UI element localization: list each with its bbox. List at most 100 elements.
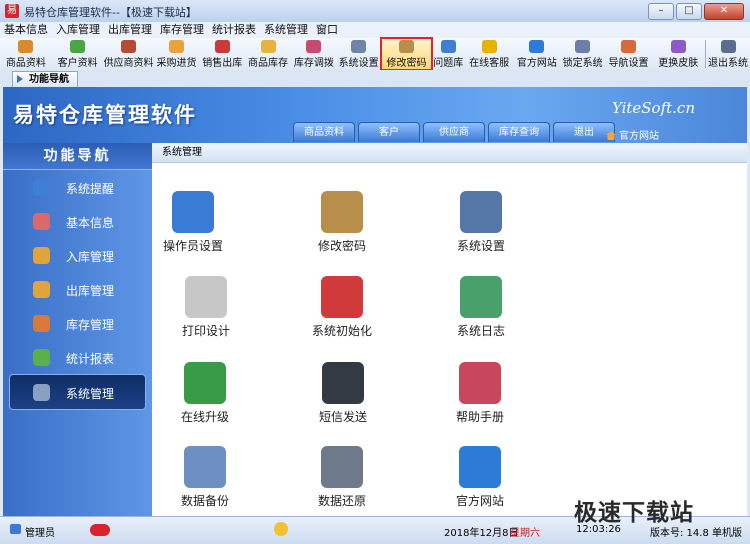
tile-system-log[interactable]: 系统日志 [421, 276, 541, 339]
toolbar-supplier-info-button[interactable]: 供应商资料 [104, 38, 154, 70]
app-logo-icon: 易 [5, 4, 19, 18]
outbound-box-icon [33, 281, 50, 298]
main-panel: 系统管理 操作员设置 修改密码 系统设置 打印设计 系统初始化 系统日志 在线升… [152, 143, 747, 516]
cube-icon [33, 213, 50, 230]
menu-reports[interactable]: 统计报表 [208, 22, 260, 38]
bar-chart-icon [33, 349, 50, 366]
sidebar-header: 功能导航 [3, 143, 152, 170]
sidebar-item-reports[interactable]: 统计报表 [3, 340, 152, 374]
status-date: 2018年12月8日 [444, 528, 519, 539]
toolbar-sales-out-button[interactable]: 销售出库 [199, 38, 245, 70]
menu-basic-info[interactable]: 基本信息 [0, 22, 52, 38]
toolbar: 商品资料 客户资料 供应商资料 采购进货 销售出库 商品库存 库存调拨 系统设置… [0, 37, 750, 71]
toolbar-exit-button[interactable]: 退出系统 [706, 38, 750, 70]
sidebar-item-outbound[interactable]: 出库管理 [3, 272, 152, 306]
home-icon [606, 131, 616, 140]
sidebar-item-system[interactable]: 系统管理 [9, 374, 146, 410]
status-user: 管理员 [25, 528, 55, 539]
box-icon [18, 40, 34, 53]
inbound-box-icon [33, 247, 50, 264]
tile-change-password[interactable]: 修改密码 [282, 191, 402, 254]
penguin-icon [481, 40, 497, 53]
toolbar-official-site-button[interactable]: 官方网站 [514, 38, 560, 70]
database-icon [321, 446, 363, 488]
toolbar-system-settings-button[interactable]: 系统设置 [337, 38, 381, 70]
tile-operator-settings[interactable]: 操作员设置 [133, 191, 253, 254]
window-title: 易特仓库管理软件--【极速下载站】 [24, 6, 197, 19]
title-bar: 易 易特仓库管理软件--【极速下载站】 – □ ✕ [0, 0, 750, 23]
document-tab-strip: 功能导航 [0, 70, 750, 87]
toolbar-online-support-button[interactable]: 在线客服 [464, 38, 514, 70]
toolbar-nav-settings-button[interactable]: 导航设置 [606, 38, 652, 70]
menu-inventory[interactable]: 库存管理 [156, 22, 208, 38]
customer-icon [70, 40, 86, 53]
maximize-button[interactable]: □ [676, 3, 702, 20]
mobile-phone-icon [322, 362, 364, 404]
printer-icon [185, 276, 227, 318]
banner-tab-customers[interactable]: 客户 [358, 122, 420, 142]
tools-icon [33, 384, 50, 401]
window-controls: – □ ✕ [646, 3, 744, 20]
sidebar-item-inventory[interactable]: 库存管理 [3, 306, 152, 340]
toolbar-stock-button[interactable]: 商品库存 [245, 38, 291, 70]
sidebar-item-inbound[interactable]: 入库管理 [3, 238, 152, 272]
user-lock-icon [321, 191, 363, 233]
app-banner-title: 易特仓库管理软件 [13, 103, 197, 127]
toolbar-product-info-button[interactable]: 商品资料 [0, 38, 52, 70]
sidebar-item-basic-info[interactable]: 基本信息 [3, 204, 152, 238]
toolbar-purchase-button[interactable]: 采购进货 [154, 38, 200, 70]
key-icon [398, 40, 414, 53]
user-icon [10, 524, 21, 534]
tile-help-manual[interactable]: 帮助手册 [420, 362, 540, 425]
sidebar-item-reminders[interactable]: 系统提醒 [3, 170, 152, 204]
emoji-icon [274, 522, 288, 536]
house-icon [33, 315, 50, 332]
settings-icon [351, 40, 367, 53]
official-site-link[interactable]: 官方网站 [606, 127, 659, 142]
minimize-button[interactable]: – [648, 3, 674, 20]
tile-data-restore[interactable]: 数据还原 [282, 446, 402, 509]
calendar-clock-icon [184, 446, 226, 488]
users-icon [172, 191, 214, 233]
ie-browser-icon [529, 40, 545, 53]
tile-system-init[interactable]: 系统初始化 [282, 276, 402, 339]
banner-nav-tabs: 商品资料 客户 供应商 库存查询 退出 [293, 122, 618, 142]
toolbar-change-password-button[interactable]: 修改密码 [379, 37, 434, 71]
tile-data-backup[interactable]: 数据备份 [145, 446, 265, 509]
toolbar-faq-button[interactable]: 问题库 [432, 38, 464, 70]
toolbar-customer-info-button[interactable]: 客户资料 [52, 38, 104, 70]
info-icon [33, 179, 50, 196]
tile-sms-send[interactable]: 短信发送 [283, 362, 403, 425]
brand-logo-text: YiteSoft.cn [611, 99, 695, 117]
banner-tab-products[interactable]: 商品资料 [293, 122, 355, 142]
ie-browser-icon [459, 446, 501, 488]
watermark-text: 极速下载站 [574, 500, 694, 526]
menu-system[interactable]: 系统管理 [260, 22, 312, 38]
help-person-icon [459, 362, 501, 404]
tab-function-navigation[interactable]: 功能导航 [12, 71, 78, 87]
header-banner: 易特仓库管理软件 YiteSoft.cn 商品资料 客户 供应商 库存查询 退出… [3, 87, 747, 143]
banner-tab-stock-query[interactable]: 库存查询 [488, 122, 550, 142]
tile-official-site[interactable]: 官方网站 [420, 446, 540, 509]
monitor-icon [460, 191, 502, 233]
menu-outbound[interactable]: 出库管理 [104, 22, 156, 38]
toolbar-change-skin-button[interactable]: 更换皮肤 [651, 38, 705, 70]
menu-window[interactable]: 窗口 [312, 22, 342, 38]
badge-icon [90, 524, 110, 536]
truck-icon [168, 40, 184, 53]
navigation-icon [620, 40, 636, 53]
tile-system-settings[interactable]: 系统设置 [421, 191, 541, 254]
banner-tab-suppliers[interactable]: 供应商 [423, 122, 485, 142]
tile-print-design[interactable]: 打印设计 [146, 276, 266, 339]
toolbar-transfer-button[interactable]: 库存调拨 [291, 38, 337, 70]
log-sheet-icon [460, 276, 502, 318]
toolbar-lock-system-button[interactable]: 锁定系统 [560, 38, 606, 70]
question-icon [440, 40, 456, 53]
tab-arrow-icon [17, 75, 23, 83]
tile-online-upgrade[interactable]: 在线升级 [145, 362, 265, 425]
menu-inbound[interactable]: 入库管理 [52, 22, 104, 38]
close-button[interactable]: ✕ [704, 3, 744, 20]
warehouse-icon [260, 40, 276, 53]
lock-icon [575, 40, 591, 53]
cart-icon [214, 40, 230, 53]
